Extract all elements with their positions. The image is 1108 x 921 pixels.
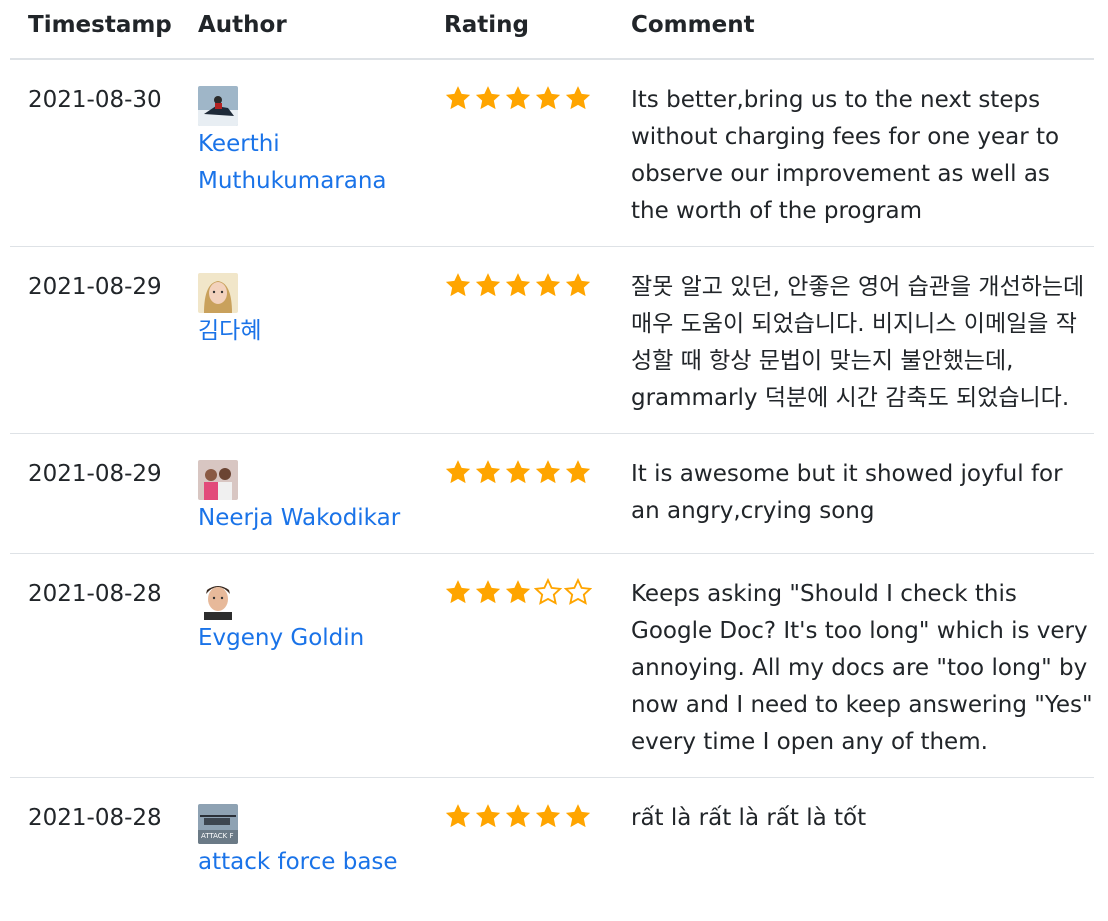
reviews-table: Timestamp Author Rating Comment 2021-08-… — [10, 0, 1094, 897]
author-name-link[interactable]: Neerja Wakodikar — [198, 500, 444, 537]
review-rating-cell — [444, 778, 631, 898]
star-empty-icon — [534, 578, 562, 606]
star-filled-icon — [444, 458, 472, 486]
star-filled-icon — [564, 271, 592, 299]
star-filled-icon — [474, 802, 502, 830]
review-timestamp: 2021-08-28 — [10, 553, 198, 778]
star-filled-icon — [534, 84, 562, 112]
star-filled-icon — [564, 84, 592, 112]
star-filled-icon — [534, 271, 562, 299]
review-row: 2021-08-29 Neerja Wakodikar It is awesom… — [10, 433, 1094, 554]
author-name-link[interactable]: 김다혜 — [198, 313, 444, 350]
star-empty-icon — [564, 578, 592, 606]
star-rating — [444, 84, 592, 112]
review-comment: rất là rất là rất là tốt — [631, 805, 867, 831]
star-filled-icon — [474, 578, 502, 606]
avatar-snowmobile-photo[interactable] — [198, 86, 238, 126]
review-timestamp: 2021-08-29 — [10, 433, 198, 554]
comment-header[interactable]: Comment — [631, 0, 1094, 60]
author-name-link[interactable]: Evgeny Goldin — [198, 620, 444, 657]
star-filled-icon — [504, 802, 532, 830]
svg-text:ATTACK F: ATTACK F — [201, 832, 234, 840]
star-filled-icon — [474, 458, 502, 486]
review-comment: Keeps asking "Should I check this Google… — [631, 553, 1094, 778]
rating-header[interactable]: Rating — [444, 0, 631, 60]
review-comment: Its better,bring us to the next steps wi… — [631, 59, 1094, 247]
review-author-cell: ATTACK F attack force base — [198, 778, 444, 898]
star-filled-icon — [444, 578, 472, 606]
author-name-link[interactable]: Keerthi Muthukumarana — [198, 126, 444, 200]
star-filled-icon — [534, 458, 562, 486]
star-filled-icon — [444, 84, 472, 112]
review-timestamp: 2021-08-30 — [10, 59, 198, 247]
review-timestamp: 2021-08-29 — [10, 246, 198, 434]
star-filled-icon — [504, 578, 532, 606]
avatar-helicopter-photo[interactable]: ATTACK F — [198, 804, 238, 844]
star-filled-icon — [474, 271, 502, 299]
star-rating — [444, 802, 592, 830]
avatar-woman-portrait-photo[interactable] — [198, 273, 238, 313]
author-header[interactable]: Author — [198, 0, 444, 60]
review-row: 2021-08-28 Evgeny Goldin Keeps asking "S… — [10, 553, 1094, 778]
review-comment: 잘못 알고 있던, 안좋은 영어 습관을 개선하는데 매우 도움이 되었습니다.… — [631, 246, 1094, 434]
author-name-link[interactable]: attack force base — [198, 844, 444, 881]
star-rating — [444, 271, 592, 299]
timestamp-header[interactable]: Timestamp — [10, 0, 198, 60]
review-rating-cell — [444, 433, 631, 554]
review-comment: It is awesome but it showed joyful for a… — [631, 433, 1094, 554]
review-author-cell: Neerja Wakodikar — [198, 433, 444, 554]
star-filled-icon — [474, 84, 502, 112]
star-filled-icon — [564, 458, 592, 486]
review-rating-cell — [444, 246, 631, 434]
review-author-cell: Keerthi Muthukumarana — [198, 59, 444, 247]
avatar-two-people-photo[interactable] — [198, 460, 238, 500]
star-filled-icon — [504, 84, 532, 112]
review-timestamp: 2021-08-28 — [28, 805, 162, 831]
review-row: 2021-08-30 Keerthi Muthukumarana Its bet… — [10, 59, 1094, 247]
star-filled-icon — [564, 802, 592, 830]
star-filled-icon — [534, 802, 562, 830]
star-rating — [444, 578, 592, 606]
review-row: 2021-08-28 ATTACK F attack force base rấ… — [10, 778, 1094, 898]
review-row: 2021-08-29 김다혜 잘못 알고 있던, 안좋은 영어 습관을 개선하는… — [10, 246, 1094, 434]
avatar-man-portrait-photo[interactable] — [198, 580, 238, 620]
star-filled-icon — [504, 271, 532, 299]
star-filled-icon — [504, 458, 532, 486]
review-rating-cell — [444, 553, 631, 778]
star-rating — [444, 458, 592, 486]
star-filled-icon — [444, 271, 472, 299]
review-author-cell: 김다혜 — [198, 246, 444, 434]
review-rating-cell — [444, 59, 631, 247]
review-author-cell: Evgeny Goldin — [198, 553, 444, 778]
header-row: Timestamp Author Rating Comment — [10, 0, 1094, 60]
star-filled-icon — [444, 802, 472, 830]
